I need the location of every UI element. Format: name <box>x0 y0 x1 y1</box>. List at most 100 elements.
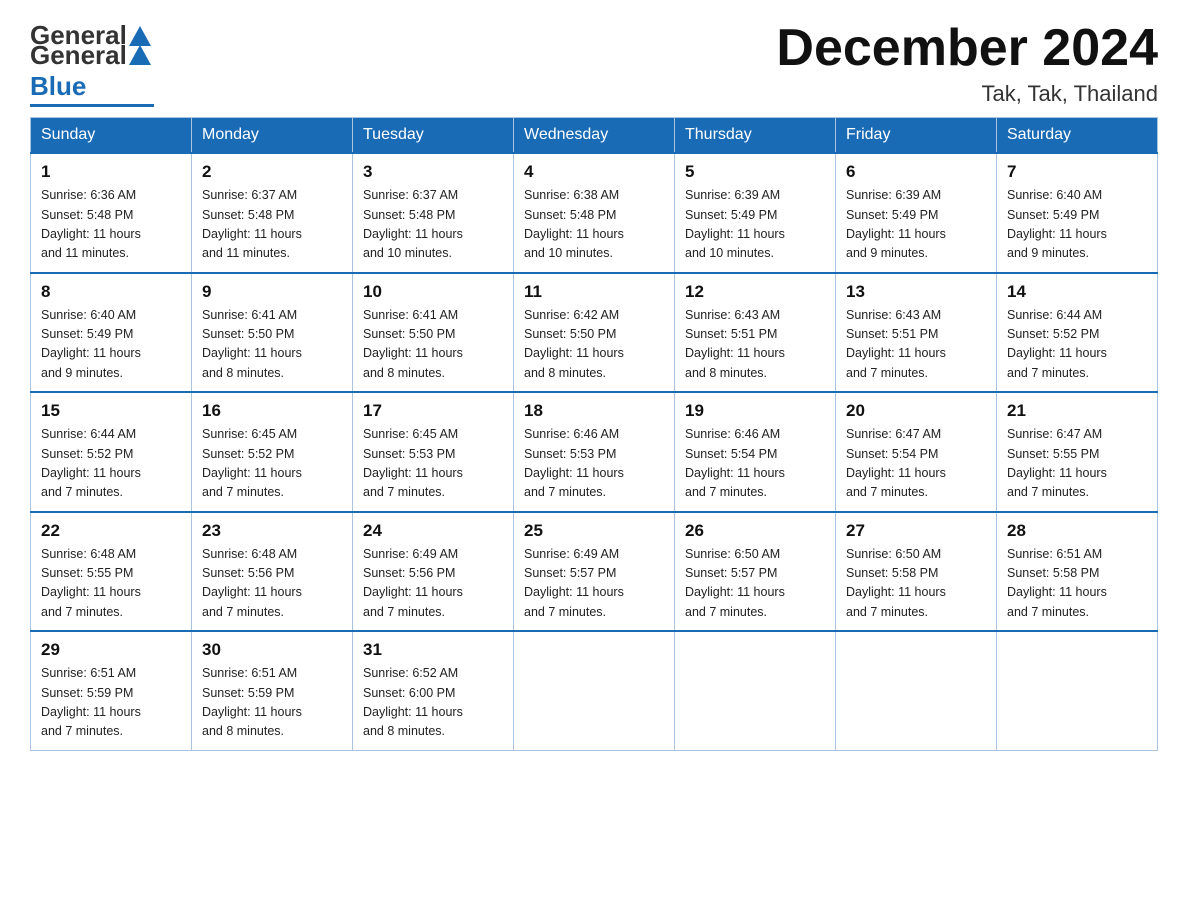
day-number: 27 <box>846 521 986 541</box>
empty-cell <box>514 631 675 750</box>
day-number: 7 <box>1007 162 1147 182</box>
page-header: General General General Blue December 20… <box>30 20 1158 107</box>
day-info: Sunrise: 6:41 AM Sunset: 5:50 PM Dayligh… <box>202 306 342 384</box>
day-info: Sunrise: 6:40 AM Sunset: 5:49 PM Dayligh… <box>41 306 181 384</box>
day-info: Sunrise: 6:45 AM Sunset: 5:52 PM Dayligh… <box>202 425 342 503</box>
day-number: 11 <box>524 282 664 302</box>
col-sunday: Sunday <box>31 118 192 154</box>
day-info: Sunrise: 6:48 AM Sunset: 5:55 PM Dayligh… <box>41 545 181 623</box>
day-cell-1: 1 Sunrise: 6:36 AM Sunset: 5:48 PM Dayli… <box>31 153 192 273</box>
logo-blue-text: Blue <box>30 71 86 101</box>
day-number: 21 <box>1007 401 1147 421</box>
day-number: 24 <box>363 521 503 541</box>
day-number: 19 <box>685 401 825 421</box>
day-cell-3: 3 Sunrise: 6:37 AM Sunset: 5:48 PM Dayli… <box>353 153 514 273</box>
day-number: 9 <box>202 282 342 302</box>
day-cell-10: 10 Sunrise: 6:41 AM Sunset: 5:50 PM Dayl… <box>353 273 514 393</box>
day-cell-30: 30 Sunrise: 6:51 AM Sunset: 5:59 PM Dayl… <box>192 631 353 750</box>
day-cell-31: 31 Sunrise: 6:52 AM Sunset: 6:00 PM Dayl… <box>353 631 514 750</box>
logo-underline <box>30 104 154 107</box>
day-cell-22: 22 Sunrise: 6:48 AM Sunset: 5:55 PM Dayl… <box>31 512 192 632</box>
day-cell-16: 16 Sunrise: 6:45 AM Sunset: 5:52 PM Dayl… <box>192 392 353 512</box>
day-cell-15: 15 Sunrise: 6:44 AM Sunset: 5:52 PM Dayl… <box>31 392 192 512</box>
day-number: 3 <box>363 162 503 182</box>
day-info: Sunrise: 6:51 AM Sunset: 5:59 PM Dayligh… <box>41 664 181 742</box>
day-info: Sunrise: 6:48 AM Sunset: 5:56 PM Dayligh… <box>202 545 342 623</box>
day-number: 5 <box>685 162 825 182</box>
day-number: 12 <box>685 282 825 302</box>
day-number: 22 <box>41 521 181 541</box>
day-number: 15 <box>41 401 181 421</box>
day-number: 29 <box>41 640 181 660</box>
day-number: 18 <box>524 401 664 421</box>
day-number: 10 <box>363 282 503 302</box>
day-cell-9: 9 Sunrise: 6:41 AM Sunset: 5:50 PM Dayli… <box>192 273 353 393</box>
day-cell-24: 24 Sunrise: 6:49 AM Sunset: 5:56 PM Dayl… <box>353 512 514 632</box>
col-friday: Friday <box>836 118 997 154</box>
day-number: 31 <box>363 640 503 660</box>
day-info: Sunrise: 6:52 AM Sunset: 6:00 PM Dayligh… <box>363 664 503 742</box>
day-number: 23 <box>202 521 342 541</box>
day-number: 1 <box>41 162 181 182</box>
day-info: Sunrise: 6:38 AM Sunset: 5:48 PM Dayligh… <box>524 186 664 264</box>
day-info: Sunrise: 6:50 AM Sunset: 5:57 PM Dayligh… <box>685 545 825 623</box>
day-cell-17: 17 Sunrise: 6:45 AM Sunset: 5:53 PM Dayl… <box>353 392 514 512</box>
day-cell-28: 28 Sunrise: 6:51 AM Sunset: 5:58 PM Dayl… <box>997 512 1158 632</box>
day-info: Sunrise: 6:50 AM Sunset: 5:58 PM Dayligh… <box>846 545 986 623</box>
day-cell-29: 29 Sunrise: 6:51 AM Sunset: 5:59 PM Dayl… <box>31 631 192 750</box>
day-cell-27: 27 Sunrise: 6:50 AM Sunset: 5:58 PM Dayl… <box>836 512 997 632</box>
empty-cell <box>997 631 1158 750</box>
day-number: 26 <box>685 521 825 541</box>
day-cell-25: 25 Sunrise: 6:49 AM Sunset: 5:57 PM Dayl… <box>514 512 675 632</box>
week-row-2: 8 Sunrise: 6:40 AM Sunset: 5:49 PM Dayli… <box>31 273 1158 393</box>
day-cell-12: 12 Sunrise: 6:43 AM Sunset: 5:51 PM Dayl… <box>675 273 836 393</box>
logo-name: General <box>30 40 127 71</box>
day-info: Sunrise: 6:40 AM Sunset: 5:49 PM Dayligh… <box>1007 186 1147 264</box>
day-cell-20: 20 Sunrise: 6:47 AM Sunset: 5:54 PM Dayl… <box>836 392 997 512</box>
day-info: Sunrise: 6:51 AM Sunset: 5:59 PM Dayligh… <box>202 664 342 742</box>
col-saturday: Saturday <box>997 118 1158 154</box>
empty-cell <box>836 631 997 750</box>
col-thursday: Thursday <box>675 118 836 154</box>
day-number: 8 <box>41 282 181 302</box>
day-info: Sunrise: 6:41 AM Sunset: 5:50 PM Dayligh… <box>363 306 503 384</box>
day-number: 25 <box>524 521 664 541</box>
day-cell-6: 6 Sunrise: 6:39 AM Sunset: 5:49 PM Dayli… <box>836 153 997 273</box>
day-info: Sunrise: 6:49 AM Sunset: 5:56 PM Dayligh… <box>363 545 503 623</box>
day-cell-21: 21 Sunrise: 6:47 AM Sunset: 5:55 PM Dayl… <box>997 392 1158 512</box>
day-info: Sunrise: 6:44 AM Sunset: 5:52 PM Dayligh… <box>41 425 181 503</box>
day-number: 4 <box>524 162 664 182</box>
day-cell-5: 5 Sunrise: 6:39 AM Sunset: 5:49 PM Dayli… <box>675 153 836 273</box>
day-number: 17 <box>363 401 503 421</box>
month-title: December 2024 <box>776 20 1158 77</box>
day-info: Sunrise: 6:47 AM Sunset: 5:54 PM Dayligh… <box>846 425 986 503</box>
day-info: Sunrise: 6:46 AM Sunset: 5:54 PM Dayligh… <box>685 425 825 503</box>
day-info: Sunrise: 6:46 AM Sunset: 5:53 PM Dayligh… <box>524 425 664 503</box>
day-info: Sunrise: 6:45 AM Sunset: 5:53 PM Dayligh… <box>363 425 503 503</box>
day-cell-7: 7 Sunrise: 6:40 AM Sunset: 5:49 PM Dayli… <box>997 153 1158 273</box>
week-row-3: 15 Sunrise: 6:44 AM Sunset: 5:52 PM Dayl… <box>31 392 1158 512</box>
col-tuesday: Tuesday <box>353 118 514 154</box>
calendar-table: Sunday Monday Tuesday Wednesday Thursday… <box>30 117 1158 751</box>
empty-cell <box>675 631 836 750</box>
day-info: Sunrise: 6:36 AM Sunset: 5:48 PM Dayligh… <box>41 186 181 264</box>
week-row-4: 22 Sunrise: 6:48 AM Sunset: 5:55 PM Dayl… <box>31 512 1158 632</box>
day-info: Sunrise: 6:49 AM Sunset: 5:57 PM Dayligh… <box>524 545 664 623</box>
day-number: 14 <box>1007 282 1147 302</box>
day-number: 30 <box>202 640 342 660</box>
day-number: 20 <box>846 401 986 421</box>
day-info: Sunrise: 6:39 AM Sunset: 5:49 PM Dayligh… <box>685 186 825 264</box>
day-cell-23: 23 Sunrise: 6:48 AM Sunset: 5:56 PM Dayl… <box>192 512 353 632</box>
logo-arrow-icon <box>129 45 151 65</box>
day-number: 16 <box>202 401 342 421</box>
day-cell-8: 8 Sunrise: 6:40 AM Sunset: 5:49 PM Dayli… <box>31 273 192 393</box>
day-info: Sunrise: 6:43 AM Sunset: 5:51 PM Dayligh… <box>846 306 986 384</box>
day-cell-26: 26 Sunrise: 6:50 AM Sunset: 5:57 PM Dayl… <box>675 512 836 632</box>
day-cell-13: 13 Sunrise: 6:43 AM Sunset: 5:51 PM Dayl… <box>836 273 997 393</box>
col-wednesday: Wednesday <box>514 118 675 154</box>
day-info: Sunrise: 6:47 AM Sunset: 5:55 PM Dayligh… <box>1007 425 1147 503</box>
day-cell-14: 14 Sunrise: 6:44 AM Sunset: 5:52 PM Dayl… <box>997 273 1158 393</box>
day-info: Sunrise: 6:39 AM Sunset: 5:49 PM Dayligh… <box>846 186 986 264</box>
day-info: Sunrise: 6:37 AM Sunset: 5:48 PM Dayligh… <box>202 186 342 264</box>
day-info: Sunrise: 6:43 AM Sunset: 5:51 PM Dayligh… <box>685 306 825 384</box>
